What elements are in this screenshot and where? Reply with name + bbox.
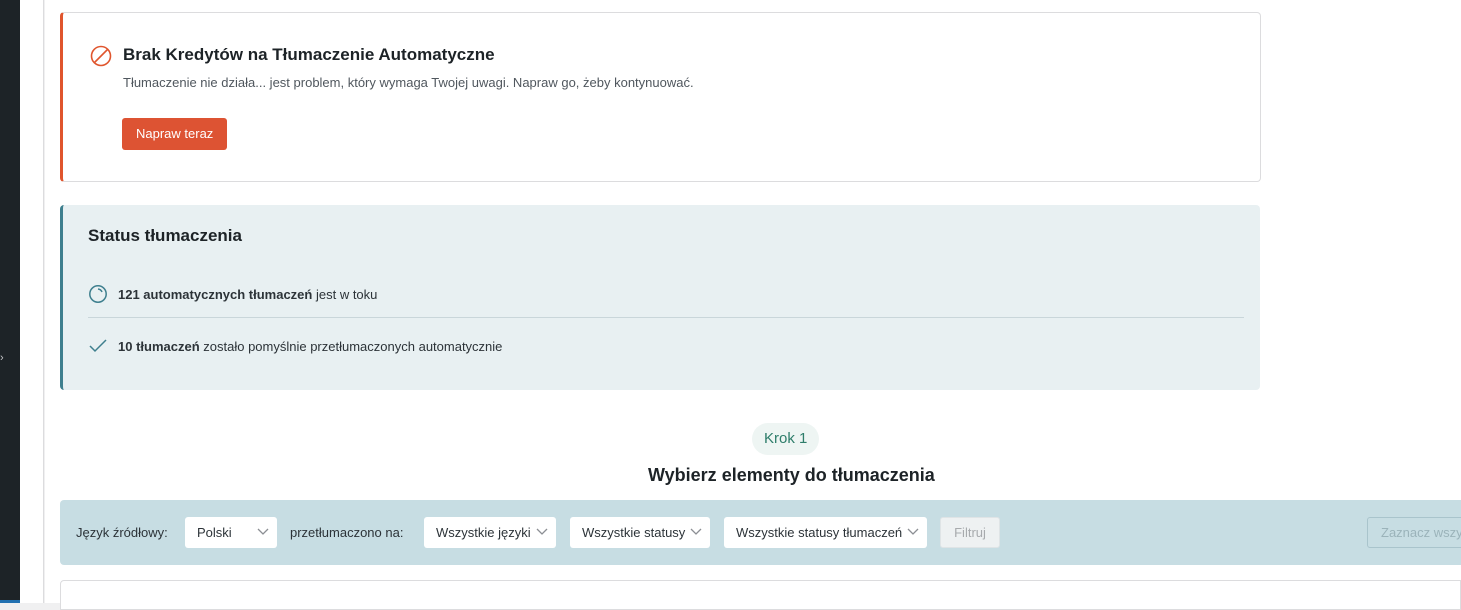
status-divider [88, 317, 1244, 318]
filter-bar: Język źródłowy: Polski przetłumaczono na… [60, 500, 1461, 565]
sidebar-arrow-icon[interactable]: › [0, 352, 4, 364]
chevron-down-icon [690, 528, 702, 535]
main-content: Brak Kredytów na Tłumaczenie Automatyczn… [45, 0, 1461, 610]
prohibited-icon [90, 45, 112, 67]
step-title: Wybierz elementy do tłumaczenia [648, 465, 935, 485]
completed-count: 10 tłumaczeń [118, 338, 200, 354]
in-progress-text: jest w toku [312, 286, 378, 302]
chevron-down-icon [907, 528, 919, 535]
admin-sidebar: › [0, 0, 20, 603]
completed-text: zostało pomyślnie przetłumaczonych autom… [199, 338, 503, 354]
translation-status-value: Wszystkie statusy tłumaczeń [736, 525, 903, 540]
translated-to-label: przetłumaczono na: [290, 525, 404, 540]
checkmark-icon [89, 339, 107, 353]
source-language-select[interactable]: Polski [185, 517, 277, 548]
error-title: Brak Kredytów na Tłumaczenie Automatyczn… [123, 45, 495, 64]
in-progress-count: 121 automatycznych tłumaczeń [118, 286, 313, 302]
chevron-down-icon [257, 528, 269, 535]
status-completed: 10 tłumaczeń zostało pomyślnie przetłuma… [88, 336, 502, 356]
target-language-select[interactable]: Wszystkie języki [424, 517, 556, 548]
fix-now-button[interactable]: Napraw teraz [122, 118, 228, 150]
status-select[interactable]: Wszystkie statusy [570, 517, 710, 548]
step-badge: Krok 1 [752, 423, 820, 455]
items-list [60, 580, 1461, 610]
translation-status-select[interactable]: Wszystkie statusy tłumaczeń [724, 517, 927, 548]
chevron-down-icon [536, 528, 548, 535]
select-all-button[interactable]: Zaznacz wszystkie [1367, 517, 1461, 548]
status-title: Status tłumaczenia [88, 226, 242, 245]
target-language-value: Wszystkie języki [436, 525, 531, 540]
credits-error-notice: Brak Kredytów na Tłumaczenie Automatyczn… [60, 12, 1261, 182]
clock-icon [89, 285, 107, 303]
status-in-progress: 121 automatycznych tłumaczeń jest w toku [88, 284, 377, 304]
content-gutter [20, 0, 44, 603]
source-language-value: Polski [197, 525, 232, 540]
status-value: Wszystkie statusy [582, 525, 686, 540]
source-language-label: Język źródłowy: [76, 525, 168, 540]
filter-button[interactable]: Filtruj [940, 517, 1000, 548]
error-description: Tłumaczenie nie działa... jest problem, … [123, 75, 694, 90]
